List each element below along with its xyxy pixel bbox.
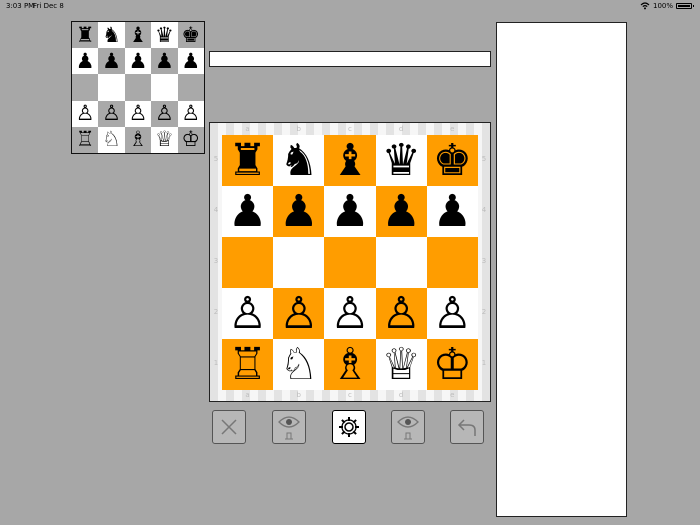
mini-square: ♘ [98,126,125,153]
status-bar: 3:03 PM Fri Dec 8 100% [0,0,700,12]
rank-label-right: 5 [481,155,487,163]
board-square-e1[interactable]: ♔ [426,339,478,390]
show-hide-button-1[interactable] [272,410,306,444]
mini-square [72,74,99,101]
rank-label-left: 5 [213,155,219,163]
status-time: 3:03 PM [6,2,35,10]
rank-label-right: 4 [481,206,487,214]
mini-square: ♚ [177,22,204,49]
mini-square [124,74,152,101]
mini-square: ♙ [72,100,99,127]
board-square-c5[interactable]: ♝ [324,135,376,186]
file-label-bottom: d [398,391,404,399]
file-label-top: c [347,125,352,133]
mini-square: ♟ [72,48,99,75]
eye-icon [277,413,301,441]
mini-square: ♛ [151,22,178,49]
undo-icon [456,416,478,438]
mini-square: ♕ [151,126,178,153]
board-square-b1[interactable]: ♘ [273,339,325,390]
move-list-panel [496,22,627,517]
file-label-bottom: e [450,391,455,399]
mini-square: ♟ [151,48,178,75]
wifi-icon [640,2,650,10]
file-label-top: a [245,125,250,133]
show-hide-button-2[interactable] [391,410,425,444]
board-square-e4[interactable]: ♟ [426,186,478,237]
board-square-a2[interactable]: ♙ [222,288,274,339]
mini-board: ♜ ♞ ♝ ♛ ♚ ♟ ♟ ♟ ♟ ♟ ♙ ♙ ♙ ♙ ♙ ♖ ♘ ♗ ♕ ♔ [71,21,205,154]
board-square-b4[interactable]: ♟ [273,186,325,237]
mini-square [151,74,178,101]
board-square-d1[interactable]: ♕ [375,339,427,390]
battery-icon [676,3,694,9]
mini-square: ♙ [177,100,204,127]
board-square-a1[interactable]: ♖ [222,339,274,390]
battery-percent: 100% [652,2,673,10]
mini-square: ♙ [151,100,178,127]
status-date: Fri Dec 8 [33,2,64,10]
board-square-e5[interactable]: ♚ [426,135,478,186]
rank-label-left: 2 [213,308,219,316]
board-square-d4[interactable]: ♟ [375,186,427,237]
board-square-a3[interactable] [222,237,274,288]
board-square-c1[interactable]: ♗ [324,339,376,390]
rank-label-left: 3 [213,257,219,265]
board-square-e3[interactable] [426,237,478,288]
close-button[interactable] [212,410,246,444]
main-board[interactable]: ♜ ♞ ♝ ♛ ♚ ♟ ♟ ♟ ♟ ♟ ♙ ♙ ♙ ♙ ♙ ♖ ♘ ♗ ♕ ♔ aabbccddee554433221… [209,122,491,402]
board-square-d3[interactable] [375,237,427,288]
mini-square: ♖ [72,126,99,153]
board-grid[interactable]: ♜ ♞ ♝ ♛ ♚ ♟ ♟ ♟ ♟ ♟ ♙ ♙ ♙ ♙ ♙ ♖ ♘ ♗ ♕ ♔ [222,135,478,390]
rank-label-right: 2 [481,308,487,316]
board-square-d2[interactable]: ♙ [375,288,427,339]
file-label-top: e [450,125,455,133]
mini-square: ♗ [124,126,152,153]
message-bar [209,51,491,67]
rank-label-left: 1 [213,359,219,367]
mini-square: ♜ [72,22,99,49]
mini-square: ♙ [124,100,152,127]
board-square-e2[interactable]: ♙ [426,288,478,339]
board-square-a5[interactable]: ♜ [222,135,274,186]
board-square-b2[interactable]: ♙ [273,288,325,339]
gear-icon [337,415,361,439]
undo-button[interactable] [450,410,484,444]
board-square-c4[interactable]: ♟ [324,186,376,237]
board-square-a4[interactable]: ♟ [222,186,274,237]
rank-label-left: 4 [213,206,219,214]
mini-square: ♝ [124,22,152,49]
mini-square: ♔ [177,126,204,153]
board-square-c3[interactable] [324,237,376,288]
file-label-bottom: b [296,391,301,399]
mini-square [98,74,125,101]
rank-label-right: 1 [481,359,487,367]
file-label-top: b [296,125,301,133]
board-square-b5[interactable]: ♞ [273,135,325,186]
board-square-b3[interactable] [273,237,325,288]
status-right: 100% [640,2,694,10]
mini-square: ♟ [124,48,152,75]
eye-icon [396,413,420,441]
file-label-bottom: a [245,391,250,399]
board-frame: ♜ ♞ ♝ ♛ ♚ ♟ ♟ ♟ ♟ ♟ ♙ ♙ ♙ ♙ ♙ ♖ ♘ ♗ ♕ ♔ aabbccddee554433221… [210,123,490,401]
mini-square: ♟ [98,48,125,75]
mini-square: ♞ [98,22,125,49]
mini-square: ♙ [98,100,125,127]
settings-button[interactable] [332,410,366,444]
file-label-top: d [398,125,404,133]
control-bar [212,410,488,446]
board-square-c2[interactable]: ♙ [324,288,376,339]
rank-label-right: 3 [481,257,487,265]
board-square-d5[interactable]: ♛ [375,135,427,186]
mini-square: ♟ [177,48,204,75]
mini-square [177,74,204,101]
close-icon [219,417,239,437]
file-label-bottom: c [347,391,352,399]
